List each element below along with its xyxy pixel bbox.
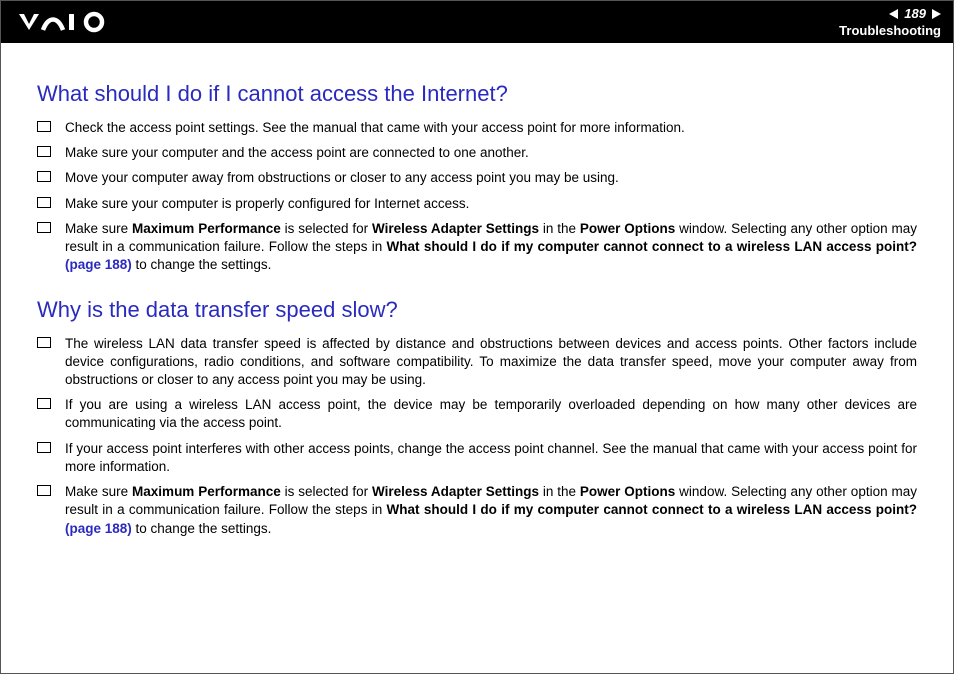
list-item: Move your computer away from obstruction… xyxy=(37,169,917,187)
page-content: What should I do if I cannot access the … xyxy=(1,43,953,538)
bullet-icon xyxy=(37,197,51,208)
list-item: Check the access point settings. See the… xyxy=(37,119,917,137)
item-text: Make sure your computer is properly conf… xyxy=(65,195,917,213)
bullet-icon xyxy=(37,398,51,409)
item-text: Make sure Maximum Performance is selecte… xyxy=(65,483,917,538)
bullet-icon xyxy=(37,485,51,496)
item-text: Make sure Maximum Performance is selecte… xyxy=(65,220,917,275)
header-right: 189 Troubleshooting xyxy=(839,6,941,38)
list-item: Make sure Maximum Performance is selecte… xyxy=(37,483,917,538)
page-link[interactable]: (page 188) xyxy=(65,521,132,536)
bullet-icon xyxy=(37,337,51,348)
page-header: .logo svg:first-child{display:none} .log… xyxy=(1,1,953,43)
vaio-logo-mark xyxy=(19,11,109,38)
page-navigation: 189 xyxy=(889,6,941,21)
item-text: If you are using a wireless LAN access p… xyxy=(65,396,917,432)
bullet-icon xyxy=(37,171,51,182)
page-link[interactable]: (page 188) xyxy=(65,257,132,272)
item-text: Check the access point settings. See the… xyxy=(65,119,917,137)
bullet-icon xyxy=(37,222,51,233)
list-transfer-speed: The wireless LAN data transfer speed is … xyxy=(37,335,917,538)
list-item: Make sure your computer is properly conf… xyxy=(37,195,917,213)
item-text: Make sure your computer and the access p… xyxy=(65,144,917,162)
heading-transfer-speed: Why is the data transfer speed slow? xyxy=(37,297,917,323)
prev-page-icon[interactable] xyxy=(889,9,898,19)
bullet-icon xyxy=(37,146,51,157)
heading-internet-access: What should I do if I cannot access the … xyxy=(37,81,917,107)
page-number: 189 xyxy=(904,6,926,21)
list-item: The wireless LAN data transfer speed is … xyxy=(37,335,917,390)
list-item: Make sure Maximum Performance is selecte… xyxy=(37,220,917,275)
bullet-icon xyxy=(37,442,51,453)
list-internet-access: Check the access point settings. See the… xyxy=(37,119,917,275)
document-page: .logo svg:first-child{display:none} .log… xyxy=(0,0,954,674)
list-item: If your access point interferes with oth… xyxy=(37,440,917,476)
list-item: Make sure your computer and the access p… xyxy=(37,144,917,162)
item-text: Move your computer away from obstruction… xyxy=(65,169,917,187)
item-text: The wireless LAN data transfer speed is … xyxy=(65,335,917,390)
bullet-icon xyxy=(37,121,51,132)
list-item: If you are using a wireless LAN access p… xyxy=(37,396,917,432)
item-text: If your access point interferes with oth… xyxy=(65,440,917,476)
next-page-icon[interactable] xyxy=(932,9,941,19)
section-label: Troubleshooting xyxy=(839,23,941,38)
